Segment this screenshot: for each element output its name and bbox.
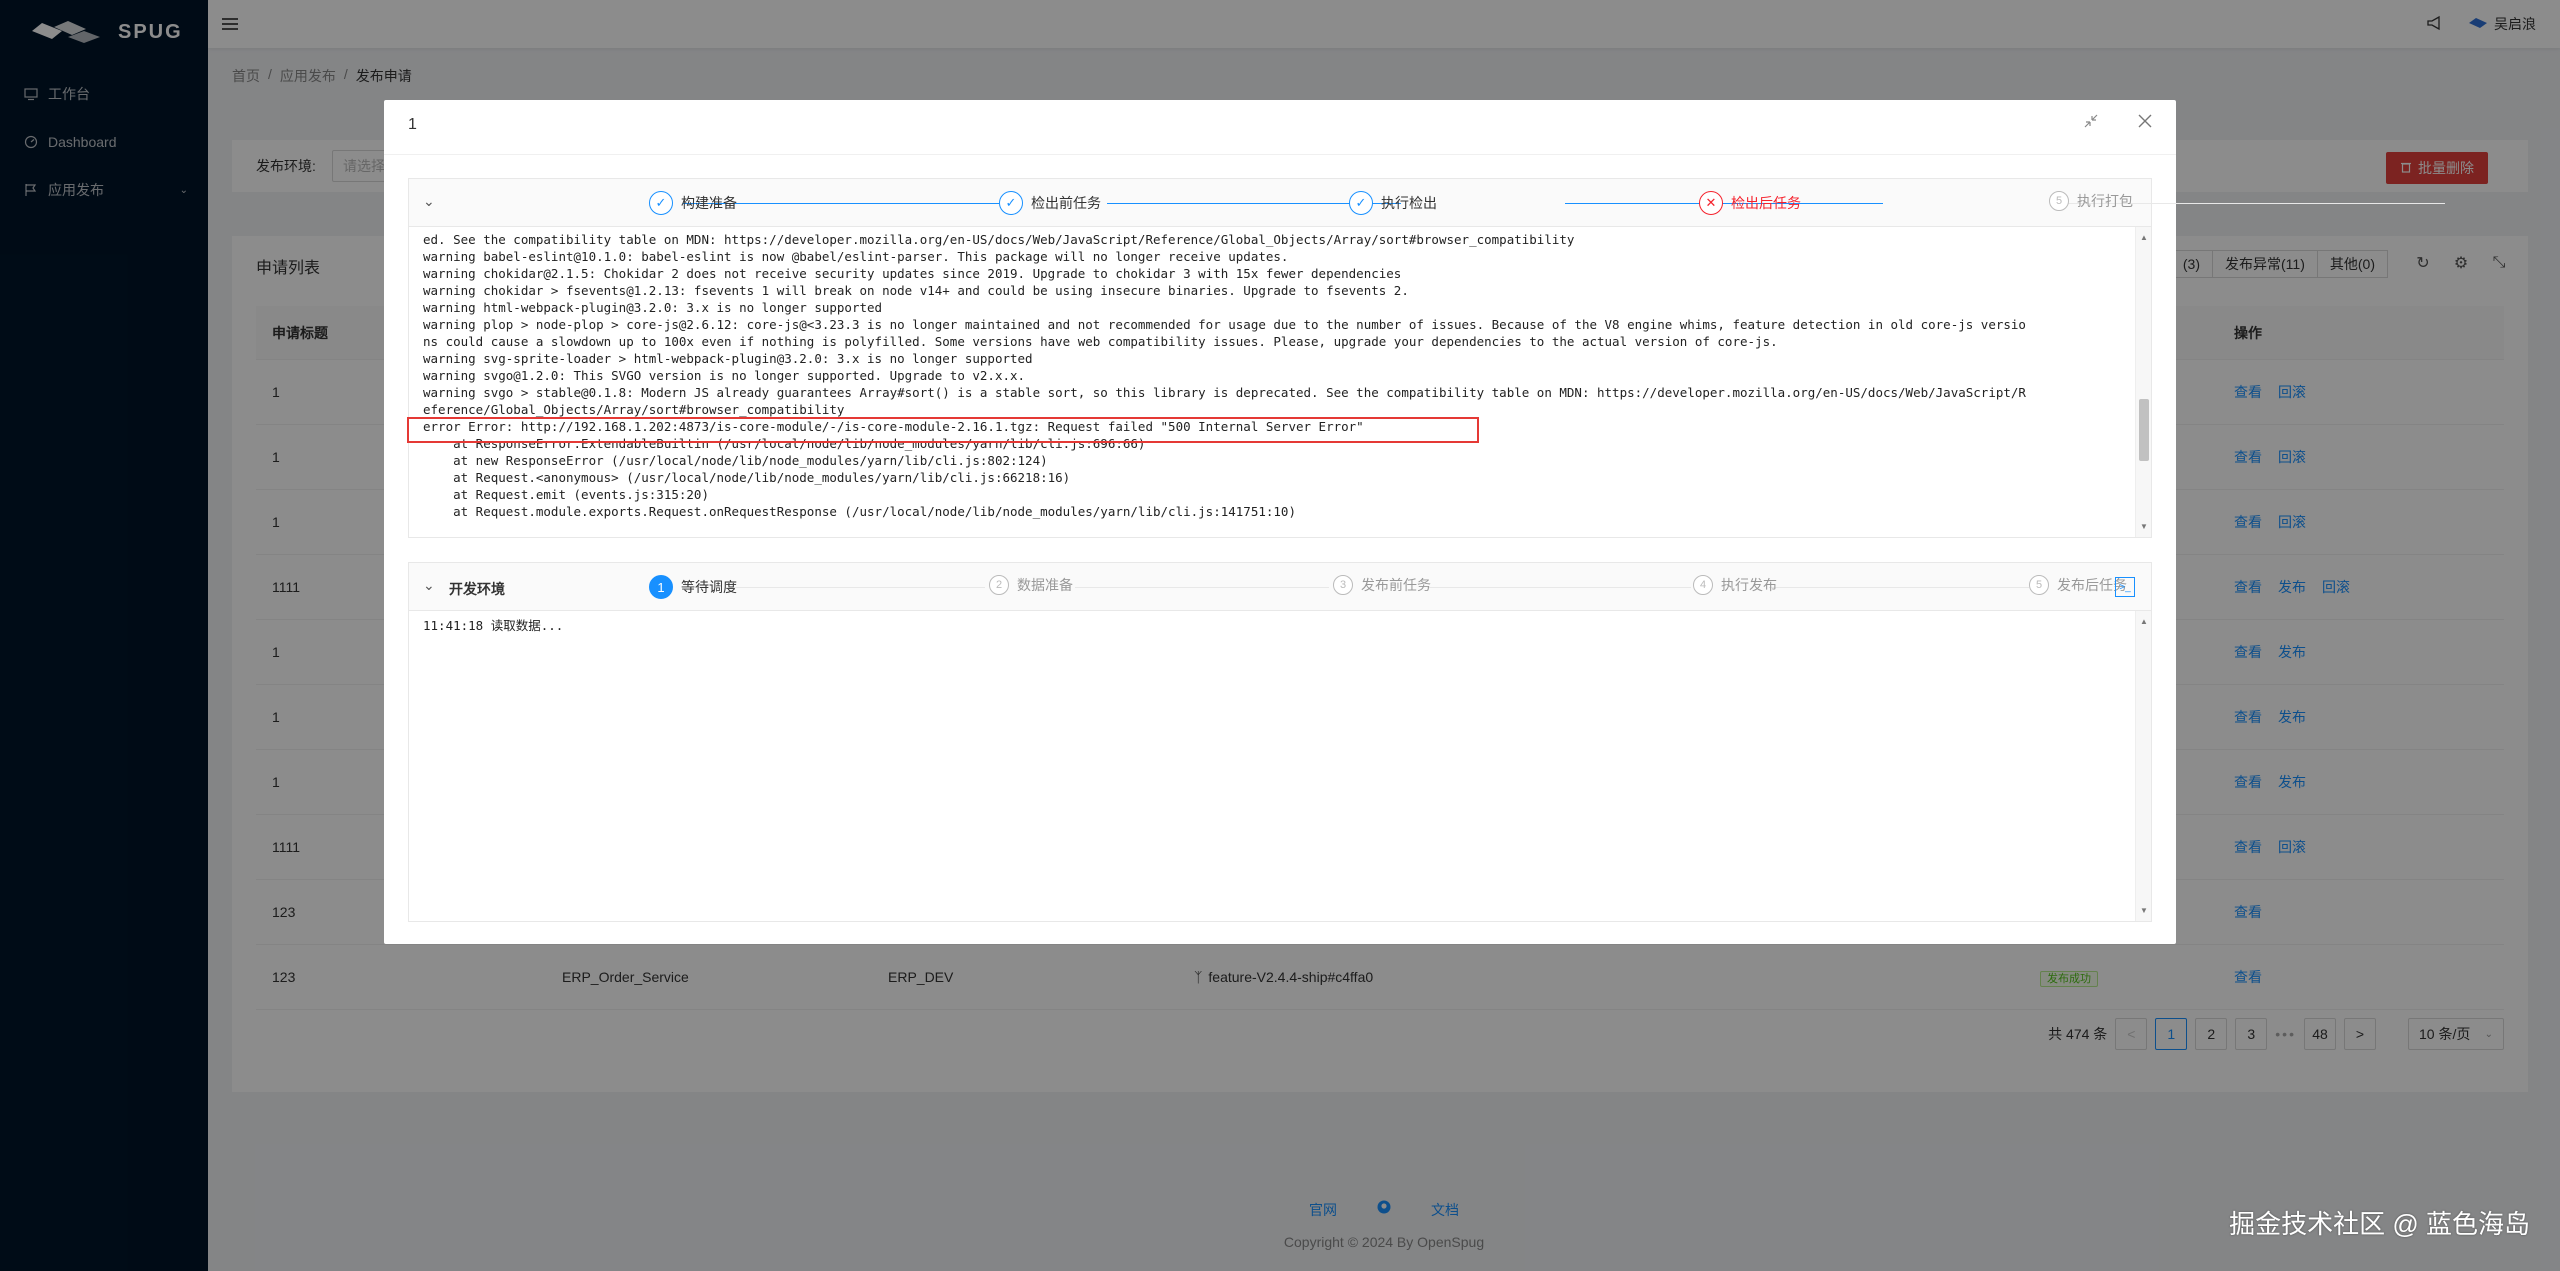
step-number: 5 [2029,575,2049,595]
log-line: at Request.<anonymous> (/usr/local/node/… [423,470,1071,485]
log-line: warning svg-sprite-loader > html-webpack… [423,351,1033,366]
step-number: 4 [1693,575,1713,595]
shrink-icon[interactable] [2084,114,2098,128]
build-log-scrollbar[interactable]: ▲ ▼ [2135,227,2151,537]
log-line: 11:41:18 读取数据... [423,618,564,633]
log-line: warning chokidar@2.1.5: Chokidar 2 does … [423,266,1402,281]
step-label: 执行发布 [1721,577,1777,593]
step-waiting-dispatch: 1 等待调度 [649,575,737,599]
log-line: at Request.module.exports.Request.onRequ… [423,504,1296,519]
deploy-detail-modal: 1 ⌄ ✓ 构建准备 ✓ 检出前任务 ✓ 执行检出 ✕ 检出后任务 5 执行打包… [384,100,2445,944]
modal-title: 1 [408,116,417,133]
log-line: warning svgo > stable@0.1.8: Modern JS a… [423,385,2026,400]
log-line: warning chokidar > fsevents@1.2.13: fsev… [423,283,1409,298]
log-line: warning babel-eslint@10.1.0: babel-eslin… [423,249,1289,264]
log-line: warning plop > node-plop > core-js@2.6.1… [423,317,2026,332]
log-line: ed. See the compatibility table on MDN: … [423,232,1575,247]
scroll-down-icon[interactable]: ▼ [2140,522,2148,531]
step-pre-deploy: 3 发布前任务 [1333,575,1431,595]
deploy-log: 11:41:18 读取数据... [409,611,2151,921]
build-log: ed. See the compatibility table on MDN: … [409,227,2151,537]
step-deploy: 4 执行发布 [1693,575,1777,595]
step-checkout: ✓ 执行检出 [1349,191,1437,215]
step-label: 执行打包 [2077,193,2133,209]
step-label: 数据准备 [1017,577,1073,593]
scroll-up-icon[interactable]: ▲ [2140,617,2148,626]
error-highlight-box [407,417,1479,443]
deploy-panel: ⌄ 开发环境 1 等待调度 2 数据准备 3 发布前任务 4 执行发布 5 发布… [408,562,2152,922]
deploy-steps: ⌄ 开发环境 1 等待调度 2 数据准备 3 发布前任务 4 执行发布 5 发布… [409,563,2151,611]
step-build-prep: ✓ 构建准备 [649,191,737,215]
step-pre-checkout: ✓ 检出前任务 [999,191,1101,215]
log-line: eference/Global_Objects/Array/sort#brows… [423,402,845,417]
step-data-prep: 2 数据准备 [989,575,1073,595]
step-package: 5 执行打包 [2049,191,2133,211]
check-icon: ✓ [999,191,1023,215]
build-steps: ⌄ ✓ 构建准备 ✓ 检出前任务 ✓ 执行检出 ✕ 检出后任务 5 执行打包 [409,179,2445,227]
env-label: 开发环境 [449,581,505,597]
step-label: 等待调度 [681,579,737,595]
watermark: 掘金技术社区 @ 蓝色海岛 [2229,1209,2530,1239]
build-panel: ⌄ ✓ 构建准备 ✓ 检出前任务 ✓ 执行检出 ✕ 检出后任务 5 执行打包 e… [407,178,2445,538]
step-post-checkout: ✕ 检出后任务 [1699,191,1801,215]
log-line: at new ResponseError (/usr/local/node/li… [423,453,1048,468]
log-line: warning svgo@1.2.0: This SVGO version is… [423,368,1026,383]
scroll-up-icon[interactable]: ▲ [2140,233,2148,242]
close-icon[interactable] [2138,114,2152,128]
scroll-thumb[interactable] [2139,399,2149,461]
log-line: warning html-webpack-plugin@3.2.0: 3.x i… [423,300,883,315]
scroll-down-icon[interactable]: ▼ [2140,906,2148,915]
step-post-deploy: 5 发布后任务 [2029,575,2127,595]
step-label: 检出后任务 [1731,195,1801,211]
step-label: 发布前任务 [1361,577,1431,593]
collapse-chevron-icon[interactable]: ⌄ [423,577,435,594]
step-number: 5 [2049,191,2069,211]
collapse-chevron-icon[interactable]: ⌄ [423,193,435,210]
terminal-icon[interactable]: >_ [2115,577,2135,597]
step-label: 检出前任务 [1031,195,1101,211]
step-label: 构建准备 [681,195,737,211]
log-line: ns could cause a slowdown up to 100x eve… [423,334,1778,349]
check-icon: ✓ [649,191,673,215]
step-number: 2 [989,575,1009,595]
error-x-icon: ✕ [1699,191,1723,215]
step-number: 3 [1333,575,1353,595]
check-icon: ✓ [1349,191,1373,215]
log-line: at Request.emit (events.js:315:20) [423,487,709,502]
step-number: 1 [649,575,673,599]
step-label: 执行检出 [1381,195,1437,211]
deploy-log-scrollbar[interactable]: ▲ ▼ [2135,611,2151,921]
